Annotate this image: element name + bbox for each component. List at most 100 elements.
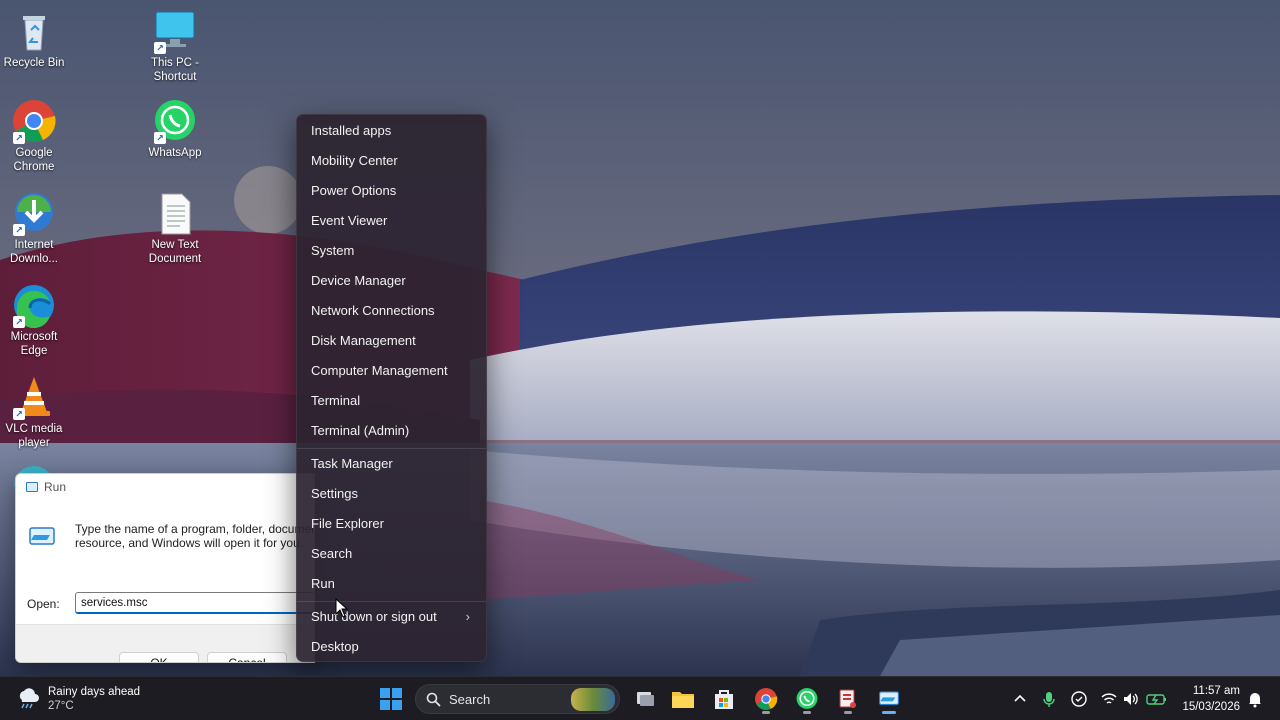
weather-title: Rainy days ahead bbox=[48, 686, 141, 698]
active-indicator bbox=[882, 711, 896, 714]
shortcut-arrow-icon: ↗ bbox=[13, 316, 25, 328]
recycle-bin-icon bbox=[11, 8, 57, 54]
menu-item-event-viewer[interactable]: Event Viewer bbox=[301, 207, 484, 235]
edge-icon: ↗ bbox=[11, 282, 57, 328]
weather-temperature: 27°C bbox=[48, 700, 74, 712]
menu-item-task-manager[interactable]: Task Manager bbox=[301, 450, 484, 478]
menu-item-mobility-center[interactable]: Mobility Center bbox=[301, 147, 484, 175]
menu-separator bbox=[297, 448, 486, 449]
menu-item-search[interactable]: Search bbox=[301, 540, 484, 568]
system-clock[interactable]: 11:57 am 15/03/2026 bbox=[1182, 683, 1240, 715]
menu-item-run[interactable]: Run bbox=[301, 570, 484, 598]
run-description-line2: resource, and Windows will open it for y… bbox=[75, 536, 304, 550]
run-app-icon bbox=[26, 482, 38, 492]
menu-item-system[interactable]: System bbox=[301, 237, 484, 265]
run-description: Type the name of a program, folder, docu… bbox=[75, 522, 314, 550]
desktop-icon-label: Microsoft Edge bbox=[10, 331, 58, 357]
notification-bell-icon[interactable] bbox=[1246, 690, 1264, 708]
taskbar-chrome[interactable] bbox=[750, 683, 782, 715]
cancel-button[interactable]: Cancel bbox=[207, 652, 287, 662]
shortcut-arrow-icon: ↗ bbox=[154, 132, 166, 144]
shortcut-arrow-icon: ↗ bbox=[13, 224, 25, 236]
menu-item-file-explorer[interactable]: File Explorer bbox=[301, 510, 484, 538]
menu-item-network-connections[interactable]: Network Connections bbox=[301, 297, 484, 325]
internet-download-manager-icon: ↗ bbox=[11, 190, 57, 236]
run-body: Type the name of a program, folder, docu… bbox=[16, 500, 314, 662]
shortcut-arrow-icon: ↗ bbox=[154, 42, 166, 54]
menu-item-desktop[interactable]: Desktop bbox=[301, 633, 484, 661]
desktop-icon-whatsapp[interactable]: ↗ WhatsApp bbox=[136, 98, 214, 160]
menu-item-terminal-admin[interactable]: Terminal (Admin) bbox=[301, 417, 484, 445]
whatsapp-icon bbox=[796, 688, 818, 709]
desktop-icon-this-pc[interactable]: ↗ This PC - Shortcut bbox=[136, 8, 214, 84]
menu-item-installed-apps[interactable]: Installed apps bbox=[301, 117, 484, 145]
mouse-pointer-icon bbox=[335, 598, 349, 618]
menu-item-terminal[interactable]: Terminal bbox=[301, 387, 484, 415]
run-dialog: Run Type the name of a program, folder, … bbox=[15, 473, 315, 663]
clock-time: 11:57 am bbox=[1192, 685, 1240, 697]
run-title: Run bbox=[44, 480, 67, 494]
menu-item-shut-down[interactable]: Shut down or sign out › bbox=[301, 603, 484, 631]
ok-button[interactable]: OK bbox=[119, 652, 199, 662]
search-icon bbox=[426, 692, 441, 707]
volume-icon[interactable] bbox=[1122, 690, 1140, 708]
windows-logo-icon bbox=[380, 688, 402, 710]
chrome-icon: ↗ bbox=[11, 98, 57, 144]
taskbar-snipping-tool[interactable] bbox=[832, 683, 864, 715]
chevron-up-icon[interactable] bbox=[1011, 690, 1029, 708]
desktop-icon-label: WhatsApp bbox=[148, 147, 202, 159]
menu-item-computer-management[interactable]: Computer Management bbox=[301, 357, 484, 385]
taskbar-microsoft-store[interactable] bbox=[708, 683, 740, 715]
desktop-icon-new-text-document[interactable]: New Text Document bbox=[136, 190, 214, 266]
start-button[interactable] bbox=[375, 683, 407, 715]
taskbar: Rainy days ahead 27°C Search 11:57 am 15… bbox=[0, 676, 1280, 720]
task-view-icon bbox=[637, 692, 654, 706]
desktop-icon-microsoft-edge[interactable]: ↗ Microsoft Edge bbox=[0, 282, 73, 358]
menu-item-shut-down-label: Shut down or sign out bbox=[311, 609, 437, 624]
shortcut-arrow-icon: ↗ bbox=[13, 408, 25, 420]
taskbar-file-explorer[interactable] bbox=[667, 683, 699, 715]
run-icon bbox=[29, 527, 55, 545]
computer-icon: ↗ bbox=[152, 8, 198, 54]
run-open-input[interactable] bbox=[75, 592, 314, 614]
desktop-icon-google-chrome[interactable]: ↗ Google Chrome bbox=[0, 98, 73, 174]
chevron-right-icon: › bbox=[465, 609, 470, 624]
taskbar-search[interactable]: Search bbox=[415, 684, 620, 714]
weather-widget[interactable]: Rainy days ahead 27°C bbox=[16, 683, 140, 715]
desktop-icon-label: This PC - Shortcut bbox=[151, 57, 199, 83]
security-icon[interactable] bbox=[1070, 690, 1088, 708]
desktop-icon-recycle-bin[interactable]: Recycle Bin bbox=[0, 8, 73, 70]
desktop-icon-label: Recycle Bin bbox=[3, 57, 65, 69]
desktop-icon-label: VLC media player bbox=[5, 423, 63, 449]
run-titlebar[interactable]: Run bbox=[16, 474, 314, 500]
menu-item-disk-management[interactable]: Disk Management bbox=[301, 327, 484, 355]
clock-date: 15/03/2026 bbox=[1182, 701, 1240, 713]
desktop-icon-internet-download-manager[interactable]: ↗ Internet Downlo... bbox=[0, 190, 73, 266]
running-indicator bbox=[762, 711, 770, 714]
text-document-icon bbox=[152, 190, 198, 236]
menu-separator bbox=[297, 601, 486, 602]
taskbar-task-view[interactable] bbox=[628, 683, 660, 715]
run-footer: OK Cancel bbox=[16, 624, 314, 662]
store-icon bbox=[715, 690, 733, 709]
battery-charging-icon[interactable] bbox=[1146, 690, 1168, 708]
search-label: Search bbox=[449, 692, 491, 707]
microphone-icon[interactable] bbox=[1040, 690, 1058, 708]
menu-item-settings[interactable]: Settings bbox=[301, 480, 484, 508]
run-description-line1: Type the name of a program, folder, docu… bbox=[75, 522, 314, 536]
search-highlight-image bbox=[571, 688, 615, 711]
desktop-icon-label: Google Chrome bbox=[13, 147, 55, 173]
menu-item-device-manager[interactable]: Device Manager bbox=[301, 267, 484, 295]
taskbar-run[interactable] bbox=[873, 683, 905, 715]
wifi-icon[interactable] bbox=[1100, 690, 1118, 708]
taskbar-whatsapp[interactable] bbox=[791, 683, 823, 715]
run-open-label: Open: bbox=[27, 597, 60, 611]
vlc-cone-icon: ↗ bbox=[11, 374, 57, 420]
whatsapp-icon: ↗ bbox=[152, 98, 198, 144]
desktop-icon-vlc[interactable]: ↗ VLC media player bbox=[0, 374, 73, 450]
menu-item-power-options[interactable]: Power Options bbox=[301, 177, 484, 205]
quick-link-menu: Installed apps Mobility Center Power Opt… bbox=[296, 114, 487, 662]
folder-icon bbox=[672, 692, 694, 708]
running-indicator bbox=[844, 711, 852, 714]
chrome-icon bbox=[755, 688, 778, 710]
